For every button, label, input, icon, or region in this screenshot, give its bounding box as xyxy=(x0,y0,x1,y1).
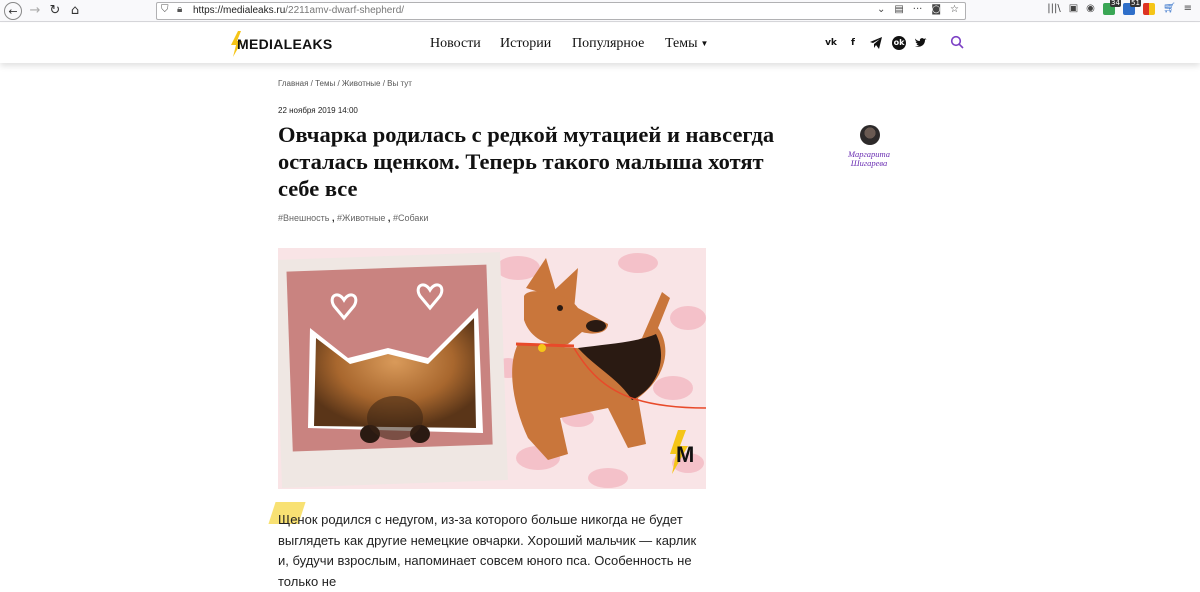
twitter-icon[interactable] xyxy=(914,36,928,50)
logo-text: MEDIALEAKS xyxy=(237,36,333,52)
nav-popular[interactable]: Популярное xyxy=(572,36,644,52)
caret-down-icon: ▼ xyxy=(700,39,709,49)
hero-illustration: M xyxy=(278,248,706,489)
extension-2-badge: 51 xyxy=(1129,0,1141,7)
url-text[interactable]: https://medialeaks.ru/2211amv-dwarf-shep… xyxy=(193,5,404,16)
facebook-icon[interactable]: f xyxy=(846,36,860,50)
toolbar-right: |||\ ▣ ◉ 34 51 🛒︎ ≡ xyxy=(1047,0,1192,15)
extension-1-badge: 34 xyxy=(1109,0,1121,7)
forward-arrow-icon[interactable]: → xyxy=(26,2,44,20)
reload-icon[interactable]: ↻ xyxy=(46,2,64,20)
article-body: Щенок родился с недугом, из-за которого … xyxy=(278,512,697,589)
account-icon[interactable]: ◉ xyxy=(1086,3,1095,15)
url-path: /2211amv-dwarf-shepherd/ xyxy=(285,5,405,16)
lock-icon[interactable]: 🔒︎ xyxy=(177,4,182,15)
url-bar[interactable]: ⛉ 🔒︎ https://medialeaks.ru/2211amv-dwarf… xyxy=(156,2,966,20)
library-icon[interactable]: |||\ xyxy=(1047,3,1060,15)
dropdown-icon[interactable]: ⌄ xyxy=(877,4,885,15)
more-actions-icon[interactable]: ··· xyxy=(913,4,923,15)
sidebar-icon[interactable]: ▣ xyxy=(1069,3,1078,15)
tag-list: #Внешность , #Животные , #Собаки xyxy=(278,213,428,223)
author-avatar[interactable] xyxy=(860,125,880,145)
menu-icon[interactable]: ≡ xyxy=(1184,3,1192,15)
nav-themes[interactable]: Темы ▼ xyxy=(665,36,708,52)
breadcrumb[interactable]: Главная / Темы / Животные / Вы тут xyxy=(278,79,412,88)
tracking-shield-icon[interactable]: ⛉ xyxy=(161,4,169,15)
nav-stories[interactable]: Истории xyxy=(500,36,551,52)
cart-icon[interactable]: 🛒︎ xyxy=(1163,3,1176,15)
tag-separator: , xyxy=(329,213,338,223)
odnoklassniki-icon[interactable]: ok xyxy=(892,36,906,50)
svg-text:M: M xyxy=(676,442,694,467)
bookmark-star-icon[interactable]: ☆ xyxy=(950,4,959,15)
home-icon[interactable]: ⌂ xyxy=(66,2,84,20)
url-host: https://medialeaks.ru xyxy=(193,5,286,16)
extension-2-icon[interactable]: 51 xyxy=(1122,0,1141,15)
url-actions: ⌄ ▤ ··· ◙ ☆ xyxy=(877,4,959,15)
telegram-icon[interactable] xyxy=(869,36,883,50)
tag-dogs[interactable]: #Собаки xyxy=(393,213,428,223)
nav-themes-label: Темы xyxy=(665,36,698,51)
hero-image: M xyxy=(278,248,706,489)
browser-toolbar: ← → ↻ ⌂ ⛉ 🔒︎ https://medialeaks.ru/2211a… xyxy=(0,0,1200,22)
extension-1-icon[interactable]: 34 xyxy=(1102,0,1121,15)
pocket-icon[interactable]: ◙ xyxy=(931,4,941,15)
author-name[interactable]: Маргарита Шигарева xyxy=(836,150,902,168)
reader-view-icon[interactable]: ▤ xyxy=(894,4,903,15)
tag-appearance[interactable]: #Внешность xyxy=(278,213,330,223)
tag-animals[interactable]: #Животные xyxy=(337,213,385,223)
extension-3-icon[interactable] xyxy=(1142,3,1155,15)
back-arrow-icon[interactable]: ← xyxy=(4,2,22,20)
article-title: Овчарка родилась с редкой мутацией и нав… xyxy=(278,122,775,201)
search-icon[interactable] xyxy=(950,35,964,49)
nav-news[interactable]: Новости xyxy=(430,36,481,52)
site-header: MEDIALEAKS Новости Истории Популярное Те… xyxy=(0,23,1200,63)
tag-separator: , xyxy=(385,213,393,223)
vk-icon[interactable]: vk xyxy=(824,36,838,50)
publish-date: 22 ноября 2019 14:00 xyxy=(278,106,358,115)
